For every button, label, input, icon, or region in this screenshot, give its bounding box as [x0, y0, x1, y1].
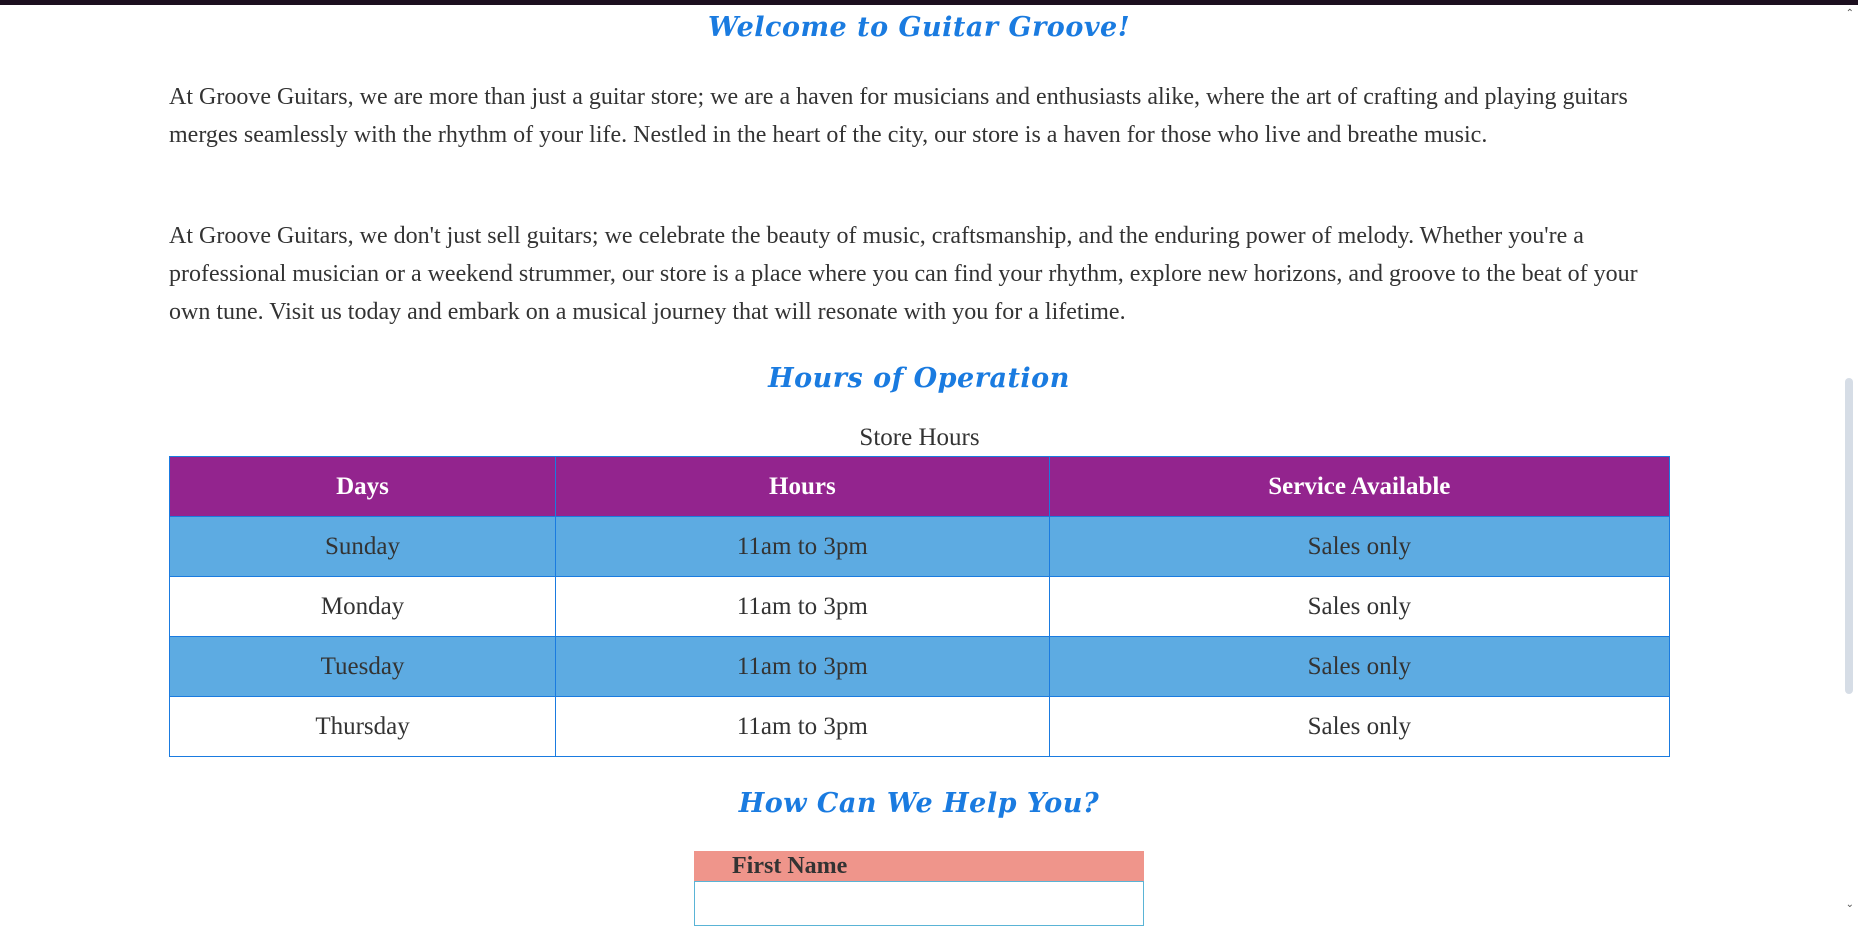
cell-service: Sales only: [1048, 636, 1671, 697]
first-name-label: First Name: [694, 851, 1144, 881]
cell-hours: 11am to 3pm: [555, 696, 1050, 757]
first-name-input[interactable]: [694, 881, 1144, 926]
hours-heading: Hours of Operation: [768, 363, 1070, 394]
intro-paragraph-2: At Groove Guitars, we don't just sell gu…: [169, 223, 1638, 325]
cell-service: Sales only: [1048, 696, 1671, 757]
intro-paragraph-1: At Groove Guitars, we are more than just…: [169, 84, 1628, 148]
column-header-days: Days: [168, 456, 557, 517]
cell-day: Tuesday: [168, 636, 557, 697]
help-heading: How Can We Help You?: [738, 788, 1100, 819]
cell-hours: 11am to 3pm: [555, 576, 1050, 637]
cell-service: Sales only: [1048, 516, 1671, 577]
welcome-heading: Welcome to Guitar Groove!: [707, 12, 1131, 43]
browser-top-strip: [0, 0, 1858, 5]
table-caption: Store Hours: [859, 424, 980, 451]
cell-hours: 11am to 3pm: [555, 516, 1050, 577]
column-header-service: Service Available: [1048, 456, 1671, 517]
table-row: Monday 11am to 3pm Sales only: [168, 576, 1671, 637]
cell-day: Sunday: [168, 516, 557, 577]
table-header-row: Days Hours Service Available: [168, 456, 1671, 517]
hours-table: Days Hours Service Available Sunday 11am…: [168, 456, 1671, 757]
cell-hours: 11am to 3pm: [555, 636, 1050, 697]
cell-day: Monday: [168, 576, 557, 637]
scroll-up-icon[interactable]: ⌃: [1846, 9, 1854, 19]
scroll-down-icon[interactable]: ⌄: [1846, 900, 1854, 910]
cell-day: Thursday: [168, 696, 557, 757]
table-row: Thursday 11am to 3pm Sales only: [168, 696, 1671, 757]
table-row: Tuesday 11am to 3pm Sales only: [168, 636, 1671, 697]
table-row: Sunday 11am to 3pm Sales only: [168, 516, 1671, 577]
cell-service: Sales only: [1048, 576, 1671, 637]
column-header-hours: Hours: [555, 456, 1050, 517]
scrollbar-thumb[interactable]: [1845, 378, 1853, 694]
